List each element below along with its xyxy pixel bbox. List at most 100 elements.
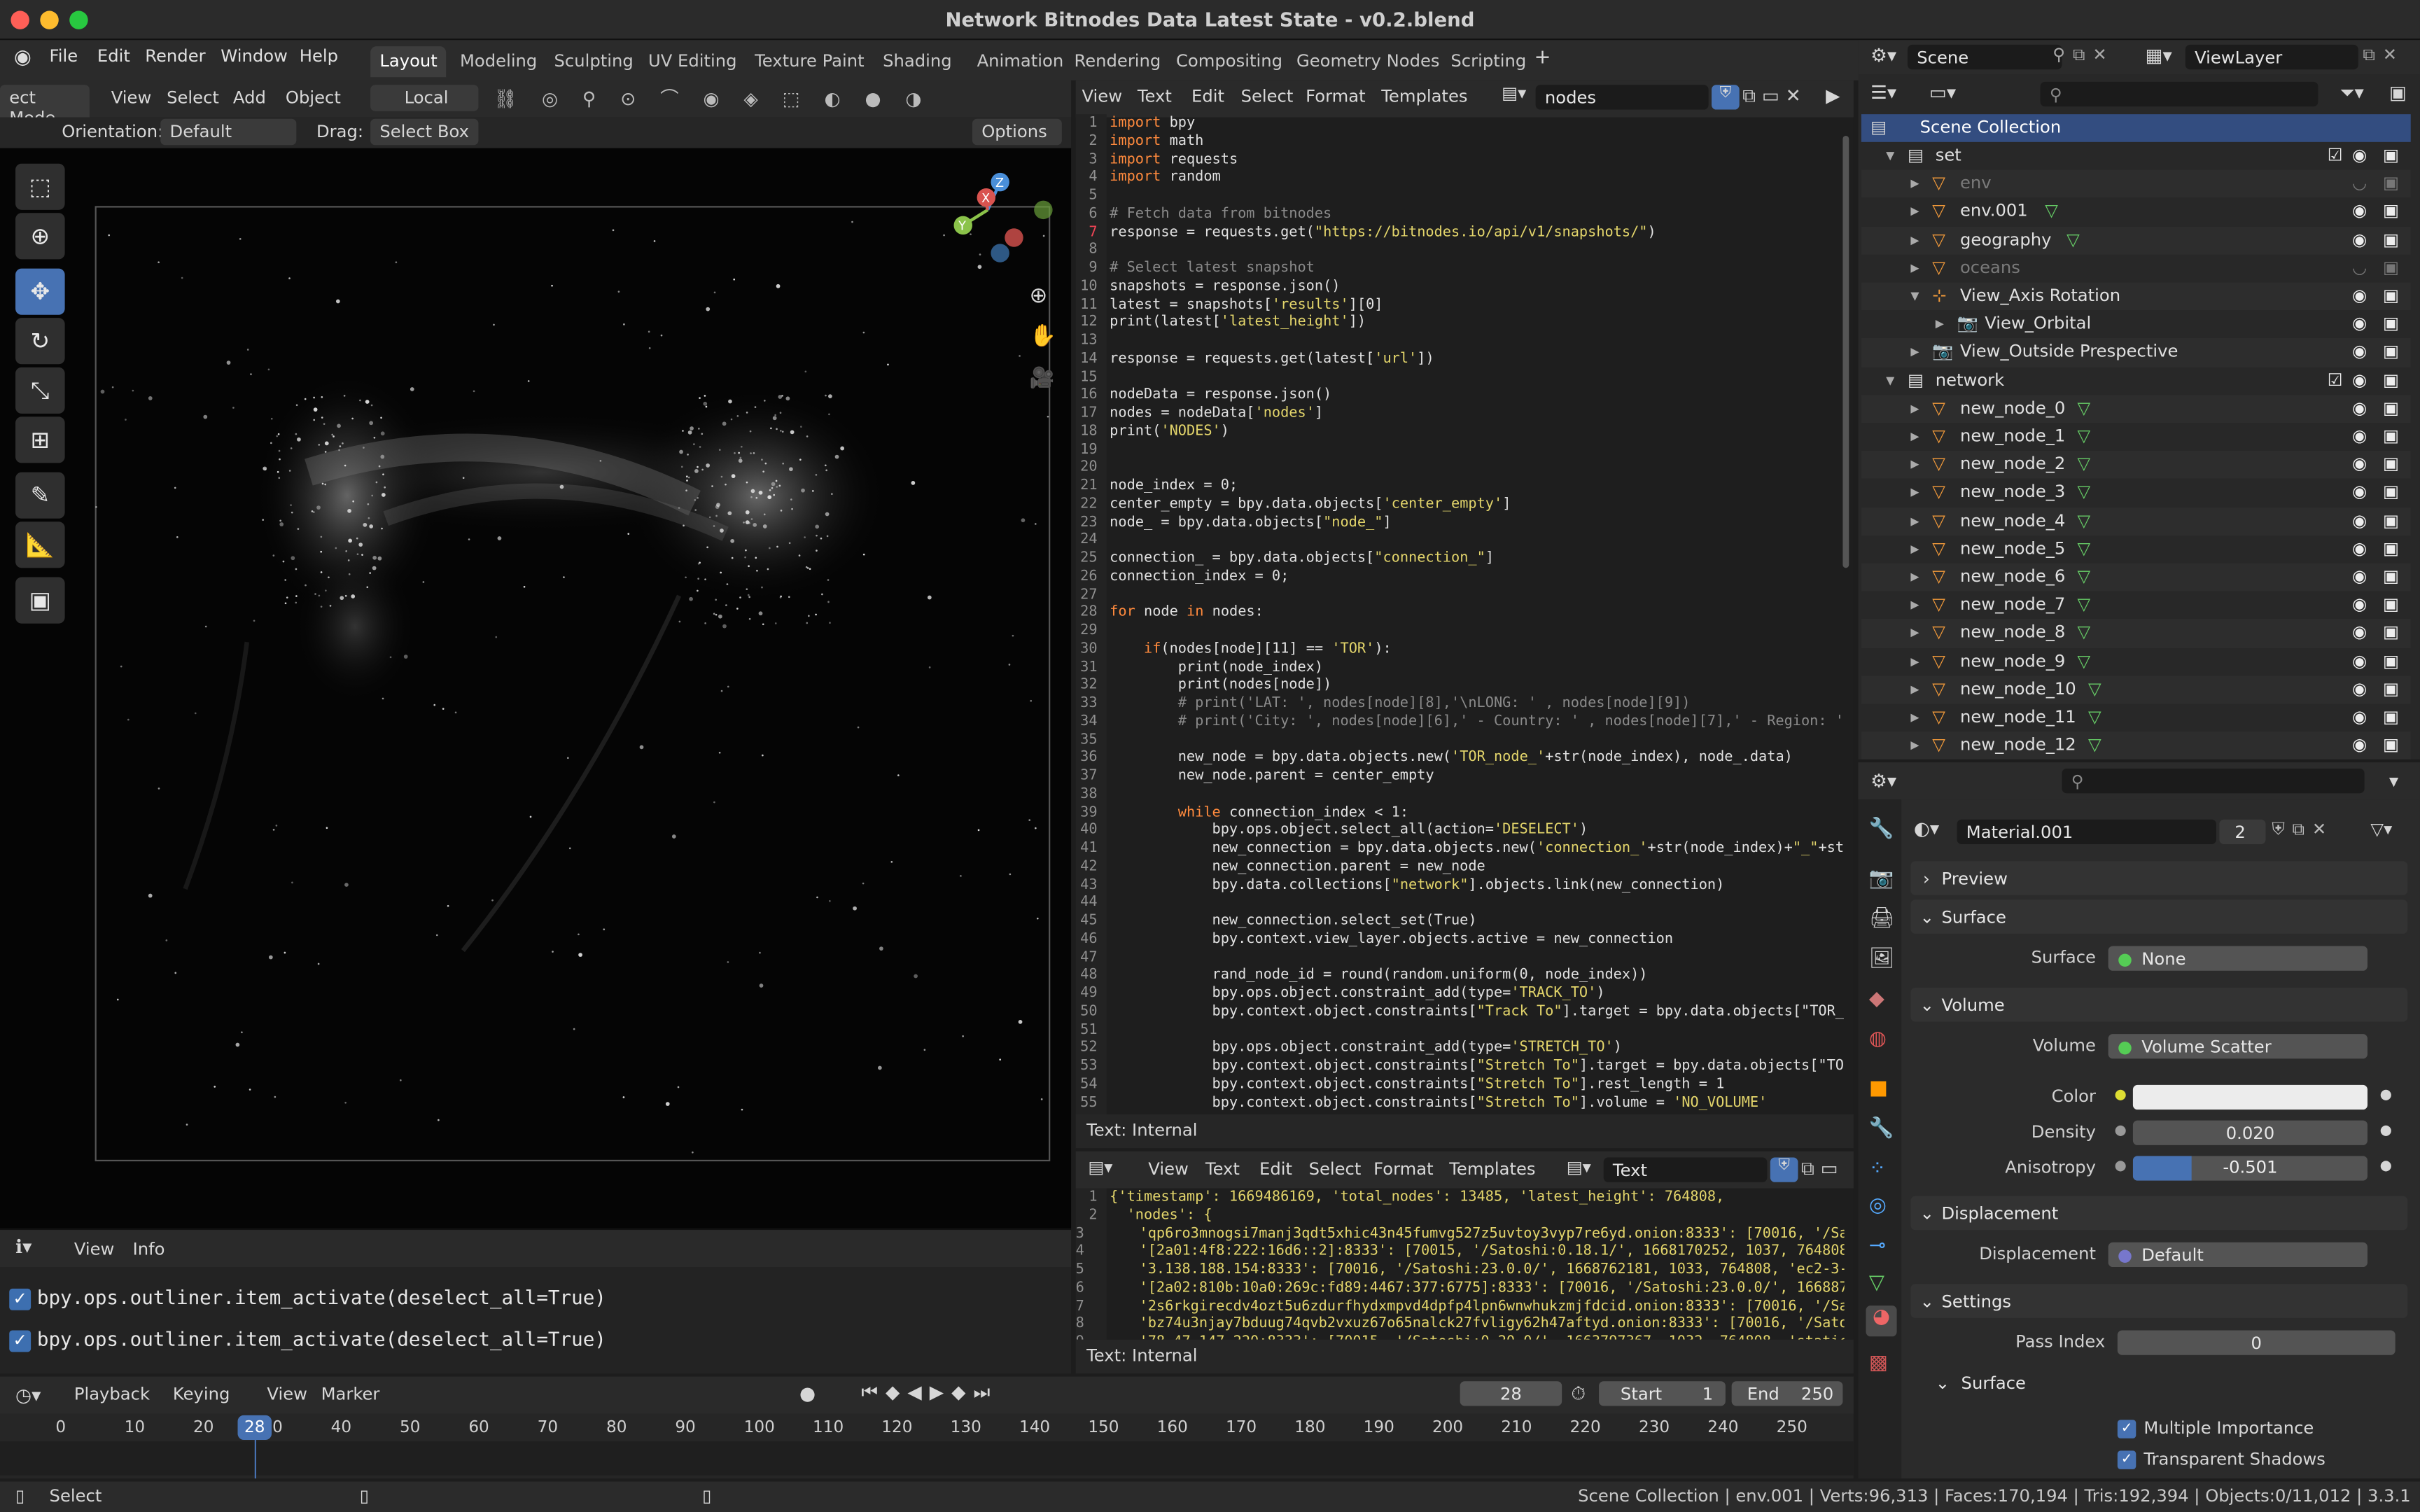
add-workspace-button[interactable]: + (1534, 46, 1551, 69)
camera-render-icon[interactable]: ▣ (2383, 145, 2399, 165)
eye-icon[interactable]: ◡ (2352, 173, 2367, 193)
text2-datablock-name[interactable]: Text (1603, 1157, 1768, 1182)
tab-sculpting[interactable]: Sculpting (545, 46, 643, 77)
physics-tab-icon[interactable]: ◎ (1869, 1194, 1887, 1217)
preview-panel[interactable]: › Preview (1910, 861, 2408, 895)
keyframe-dot-icon[interactable]: ● (2380, 1124, 2392, 1139)
scene-tab-icon[interactable]: ◆ (1869, 988, 1884, 1011)
world-tab-icon[interactable]: ◍ (1869, 1028, 1887, 1051)
outliner-row-new-node-12[interactable]: ▸ ▽ new_node_12 ◉ ▣ ▽ (1861, 732, 2411, 760)
tool-tab-icon[interactable]: 🔧 (1869, 818, 1894, 841)
scale-tool-icon[interactable]: ⤡ (15, 367, 65, 414)
eye-icon[interactable]: ◉ (2352, 314, 2367, 334)
camera-render-icon[interactable]: ▣ (2383, 566, 2399, 587)
record-icon[interactable]: ● (799, 1382, 816, 1404)
surface-shader-field[interactable]: ● None (2108, 946, 2368, 971)
scene-selector[interactable]: Scene (1908, 44, 2062, 70)
chevron-right-icon[interactable]: ▸ (1936, 314, 1944, 334)
camera-render-icon[interactable]: ▣ (2383, 679, 2399, 699)
link-dropdown-icon[interactable]: ▽▾ (2370, 820, 2392, 840)
text2-datablock-icon[interactable]: ▤▾ (1567, 1158, 1591, 1178)
measure-tool-icon[interactable]: 📐 (15, 522, 65, 568)
playhead-frame-indicator[interactable]: 28 (237, 1415, 272, 1440)
chevron-right-icon[interactable]: ▸ (1910, 258, 1919, 278)
navigation-gizmo[interactable]: Z Y X (942, 167, 1057, 274)
fake-user-shield-icon[interactable]: ⛨ (1712, 85, 1740, 110)
chevron-right-icon[interactable]: ▸ (1910, 230, 1919, 250)
outliner-row-new-node-3[interactable]: ▸ ▽ new_node_3 ◉ ▣ ▽ (1861, 479, 2411, 507)
surface-panel[interactable]: ⌄ Surface (1910, 899, 2408, 934)
camera-render-icon[interactable]: ▣ (2383, 622, 2399, 643)
camera-render-icon[interactable]: ▣ (2383, 342, 2399, 362)
info-entry[interactable]: ✓ bpy.ops.outliner.item_activate(deselec… (9, 1327, 606, 1352)
info-menu-view[interactable]: View (74, 1239, 115, 1259)
pin-icon[interactable]: ▾ (2389, 770, 2398, 792)
texture-tab-icon[interactable]: ▩ (1869, 1352, 1888, 1375)
checkbox-icon[interactable]: ☑ (2328, 370, 2343, 390)
chevron-right-icon[interactable]: ▸ (1910, 342, 1919, 362)
text2-menu-select[interactable]: Select (1309, 1159, 1362, 1180)
editor-type-icon[interactable]: ▤▾ (1088, 1158, 1112, 1178)
chevron-right-icon[interactable]: ▸ (1910, 482, 1919, 503)
data-tab-icon[interactable]: ▽ (1869, 1272, 1884, 1295)
chevron-down-icon[interactable]: ▾ (1886, 145, 1894, 165)
scene-actions[interactable]: ⚲⧉✕ (2052, 45, 2114, 66)
text-menu-select[interactable]: Select (1241, 86, 1294, 106)
transform-orientation-dropdown[interactable]: Local (370, 85, 479, 111)
transform-tool-icon[interactable]: ⊞ (15, 416, 65, 463)
menu-window[interactable]: Window (221, 46, 288, 66)
keyframe-dot-icon[interactable]: ● (2380, 1088, 2392, 1103)
chevron-right-icon[interactable]: ▸ (1910, 735, 1919, 755)
camera-render-icon[interactable]: ▣ (2383, 510, 2399, 531)
eye-icon[interactable]: ◉ (2352, 622, 2367, 643)
annotate-tool-icon[interactable]: ✎ (15, 472, 65, 519)
chevron-down-icon[interactable]: ▾ (1910, 286, 1919, 306)
cursor-tool-icon[interactable]: ⊕ (15, 213, 65, 260)
menu-edit[interactable]: Edit (97, 46, 130, 66)
display-mode-icon[interactable]: ▭▾ (1929, 82, 1956, 104)
camera-render-icon[interactable]: ▣ (2383, 398, 2399, 418)
text-menu-view[interactable]: View (1082, 86, 1122, 106)
outliner-type-icon[interactable]: ☰▾ (1870, 82, 1896, 104)
outliner-row-new-node-2[interactable]: ▸ ▽ new_node_2 ◉ ▣ ▽ (1861, 451, 2411, 479)
render-tab-icon[interactable]: 📷 (1869, 867, 1894, 890)
text2-file-actions[interactable]: ⧉▭ (1801, 1158, 1845, 1181)
current-frame-field[interactable]: 28 (1460, 1381, 1562, 1406)
blender-logo-icon[interactable]: ◉ (14, 46, 32, 69)
outliner-row-new-node-9[interactable]: ▸ ▽ new_node_9 ◉ ▣ ▽ (1861, 648, 2411, 676)
multiple-importance-checkbox[interactable]: ✓ Multiple Importance (2117, 1418, 2314, 1438)
view-layer-tab-icon[interactable]: 🖼 (1869, 948, 1894, 971)
text2-menu-format[interactable]: Format (1373, 1159, 1433, 1180)
view-layer-selector[interactable]: ViewLayer (2185, 44, 2358, 70)
filter-icon[interactable]: ⏷▾ (2339, 82, 2363, 105)
outliner-row-new-node-6[interactable]: ▸ ▽ new_node_6 ◉ ▣ ▽ (1861, 563, 2411, 592)
eye-icon[interactable]: ◉ (2352, 145, 2367, 165)
camera-render-icon[interactable]: ▣ (2383, 426, 2399, 446)
eye-icon[interactable]: ◉ (2352, 482, 2367, 503)
eye-icon[interactable]: ◉ (2352, 679, 2367, 699)
eye-icon[interactable]: ◉ (2352, 566, 2367, 587)
scrollbar[interactable] (1842, 136, 1849, 568)
chevron-right-icon[interactable]: ▸ (1910, 510, 1919, 531)
camera-render-icon[interactable]: ▣ (2383, 230, 2399, 250)
info-editor-type-icon[interactable]: ℹ▾ (15, 1236, 32, 1258)
outliner-row-env-001[interactable]: ▸ ▽ env.001 ◉ ▣ ▽ (1861, 198, 2411, 226)
select-box-tool-icon[interactable]: ⬚ (15, 163, 65, 210)
tab-animation[interactable]: Animation (967, 46, 1072, 77)
chevron-right-icon[interactable]: ▸ (1910, 426, 1919, 446)
outliner-row-new-node-0[interactable]: ▸ ▽ new_node_0 ◉ ▣ ▽ (1861, 394, 2411, 424)
modifier-tab-icon[interactable]: 🔧 (1869, 1117, 1894, 1140)
timeline-track[interactable] (0, 1441, 1854, 1476)
outliner-search[interactable]: ⚲ (2040, 81, 2318, 107)
camera-render-icon[interactable]: ▣ (2383, 286, 2399, 306)
keyframe-dot-icon[interactable]: ● (2380, 1159, 2392, 1175)
camera-render-icon[interactable]: ▣ (2383, 173, 2399, 193)
data-code-area[interactable]: 1 {'timestamp': 1669486169, 'total_nodes'… (1076, 1189, 1845, 1340)
chevron-right-icon[interactable]: ▸ (1910, 679, 1919, 699)
fake-user-shield-icon[interactable]: ⛨ (1770, 1157, 1798, 1182)
eye-icon[interactable]: ◉ (2352, 398, 2367, 418)
camera-view-icon[interactable]: 🎥 (1030, 368, 1055, 391)
end-frame-field[interactable]: End 250 (1731, 1381, 1843, 1406)
outliner-row-view-orbital[interactable]: ▸ 📷 View_Orbital ◉ ▣ (1861, 311, 2411, 339)
viewport-menu-add[interactable]: Add (233, 88, 266, 108)
